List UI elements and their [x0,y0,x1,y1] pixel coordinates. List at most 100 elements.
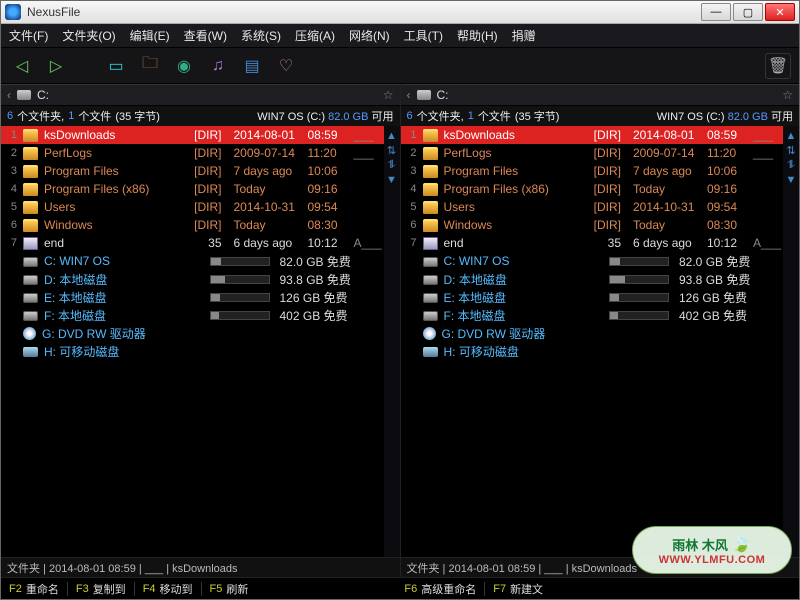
list-item[interactable]: F: 本地磁盘 402 GB 免费 [1,306,384,324]
list-item[interactable]: D: 本地磁盘 93.8 GB 免费 [401,270,784,288]
file-list[interactable]: 1 ksDownloads[DIR] 2014-08-0108:59___2 P… [1,126,384,557]
menubar[interactable]: 文件(F) 文件夹(O) 编辑(E) 查看(W) 系统(S) 压缩(A) 网络(N) 工具(T… [1,24,799,48]
trash-button[interactable]: 🗑 [765,53,791,79]
star-icon[interactable]: ☆ [782,88,793,102]
list-item[interactable]: G: DVD RW 驱动器 [401,324,784,342]
menu-item[interactable]: 网络(N) [349,27,390,44]
list-item[interactable]: 7 end35 6 days ago10:12A___ [401,234,784,252]
list-item[interactable]: 4 Program Files (x86)[DIR] Today09:16 [1,180,384,198]
menu-item[interactable]: 捐赠 [512,27,536,44]
list-item[interactable]: C: WIN7 OS 82.0 GB 免费 [401,252,784,270]
file-list[interactable]: 1 ksDownloads[DIR] 2014-08-0108:59___2 P… [401,126,784,557]
list-item[interactable]: 6 Windows[DIR] Today08:30 [401,216,784,234]
scroll-up-icon[interactable]: ▲ [386,130,397,142]
pane-right: ‹ C: ☆6个文件夹, 1个文件 (35 字节) WIN7 OS (C:) 8… [400,84,800,577]
archive-button[interactable]: ▤ [239,53,265,79]
view-button[interactable]: ▭ [103,53,129,79]
list-item[interactable]: 2 PerfLogs[DIR] 2009-07-1411:20___ [401,144,784,162]
list-item[interactable]: 5 Users[DIR] 2014-10-3109:54 [401,198,784,216]
folder-icon [23,129,38,142]
minimize-button[interactable]: — [701,3,731,21]
usage-bar [609,311,669,320]
fn-key[interactable]: F6高级重命名 [396,581,484,597]
nav-back-button[interactable]: ◁ [9,53,35,79]
list-item[interactable]: H: 可移动磁盘 [401,342,784,360]
fn-key[interactable]: F2重命名 [1,581,67,597]
fn-key[interactable]: F5刷新 [202,581,257,597]
folder-icon [423,183,438,196]
scroll-sync-control[interactable]: ▲ ⇅ ⥮ ▼ [783,126,799,557]
hdd-icon [423,257,438,267]
menu-item[interactable]: 文件(F) [9,27,48,44]
menu-item[interactable]: 工具(T) [404,27,443,44]
list-item[interactable]: 1 ksDownloads[DIR] 2014-08-0108:59___ [1,126,384,144]
cd-icon [23,327,36,340]
list-item[interactable]: 3 Program Files[DIR] 7 days ago10:06 [401,162,784,180]
hdd-icon [23,275,38,285]
list-item[interactable]: 4 Program Files (x86)[DIR] Today09:16 [401,180,784,198]
list-item[interactable]: 6 Windows[DIR] Today08:30 [1,216,384,234]
list-item[interactable]: C: WIN7 OS 82.0 GB 免费 [1,252,384,270]
list-item[interactable]: 3 Program Files[DIR] 7 days ago10:06 [1,162,384,180]
folder-icon [423,165,438,178]
path-text: C: [437,88,449,102]
folder-button[interactable]: 🗀 [137,53,163,79]
hdd-icon [23,311,38,321]
nav-forward-button[interactable]: ▷ [43,53,69,79]
maximize-button[interactable]: ▢ [733,3,763,21]
folder-icon [23,201,38,214]
chevron-left-icon[interactable]: ‹ [7,88,11,102]
lock-icon[interactable]: ⥮ [787,159,795,172]
link-icon[interactable]: ⇅ [786,144,795,157]
music-button[interactable]: ♫ [205,53,231,79]
folder-icon [23,183,38,196]
function-key-bar[interactable]: F2重命名F3复制到F4移动到F5刷新 F6高级重命名F7新建文 [1,577,799,599]
scroll-down-icon[interactable]: ▼ [386,174,397,186]
path-text: C: [37,88,49,102]
menu-item[interactable]: 查看(W) [184,27,227,44]
app-window: NexusFile — ▢ ✕ 文件(F) 文件夹(O) 编辑(E) 查看(W) 系统(… [0,0,800,600]
status-bar: 文件夹 | 2014-08-01 08:59 | ___ | ksDownloa… [1,557,400,577]
folder-icon [423,201,438,214]
toolbar: ◁ ▷ ▭ 🗀 ◉ ♫ ▤ ♡ 🗑 [1,48,799,84]
fn-key[interactable]: F3复制到 [68,581,134,597]
summary-bar: 6个文件夹, 1个文件 (35 字节) WIN7 OS (C:) 82.0 GB… [1,106,400,126]
scroll-down-icon[interactable]: ▼ [786,174,797,186]
summary-bar: 6个文件夹, 1个文件 (35 字节) WIN7 OS (C:) 82.0 GB… [401,106,800,126]
list-item[interactable]: F: 本地磁盘 402 GB 免费 [401,306,784,324]
list-item[interactable]: 7 end35 6 days ago10:12A___ [1,234,384,252]
menu-item[interactable]: 帮助(H) [457,27,498,44]
scroll-sync-control[interactable]: ▲ ⇅ ⥮ ▼ [384,126,400,557]
favorite-button[interactable]: ♡ [273,53,299,79]
close-button[interactable]: ✕ [765,3,795,21]
list-item[interactable]: G: DVD RW 驱动器 [1,324,384,342]
menu-item[interactable]: 系统(S) [241,27,281,44]
menu-item[interactable]: 压缩(A) [295,27,335,44]
fn-key[interactable]: F4移动到 [135,581,201,597]
usage-bar [210,293,270,302]
lock-icon[interactable]: ⥮ [388,159,396,172]
path-bar[interactable]: ‹ C: ☆ [1,84,400,106]
menu-item[interactable]: 文件夹(O) [62,27,115,44]
scroll-up-icon[interactable]: ▲ [786,130,797,142]
list-item[interactable]: 5 Users[DIR] 2014-10-3109:54 [1,198,384,216]
list-item[interactable]: H: 可移动磁盘 [1,342,384,360]
list-item[interactable]: D: 本地磁盘 93.8 GB 免费 [1,270,384,288]
list-item[interactable]: E: 本地磁盘 126 GB 免费 [1,288,384,306]
star-icon[interactable]: ☆ [383,88,394,102]
client-area: 文件(F) 文件夹(O) 编辑(E) 查看(W) 系统(S) 压缩(A) 网络(N) 工具(T… [1,24,799,599]
path-bar[interactable]: ‹ C: ☆ [401,84,800,106]
usage-bar [609,257,669,266]
chevron-left-icon[interactable]: ‹ [407,88,411,102]
titlebar[interactable]: NexusFile — ▢ ✕ [1,1,799,24]
menu-item[interactable]: 编辑(E) [130,27,170,44]
folder-icon [423,129,438,142]
fn-key[interactable]: F7新建文 [485,581,551,597]
hdd-icon [23,293,38,303]
list-item[interactable]: 1 ksDownloads[DIR] 2014-08-0108:59___ [401,126,784,144]
list-item[interactable]: E: 本地磁盘 126 GB 免费 [401,288,784,306]
list-item[interactable]: 2 PerfLogs[DIR] 2009-07-1411:20___ [1,144,384,162]
folder-icon [423,219,438,232]
link-icon[interactable]: ⇅ [387,144,396,157]
camera-button[interactable]: ◉ [171,53,197,79]
